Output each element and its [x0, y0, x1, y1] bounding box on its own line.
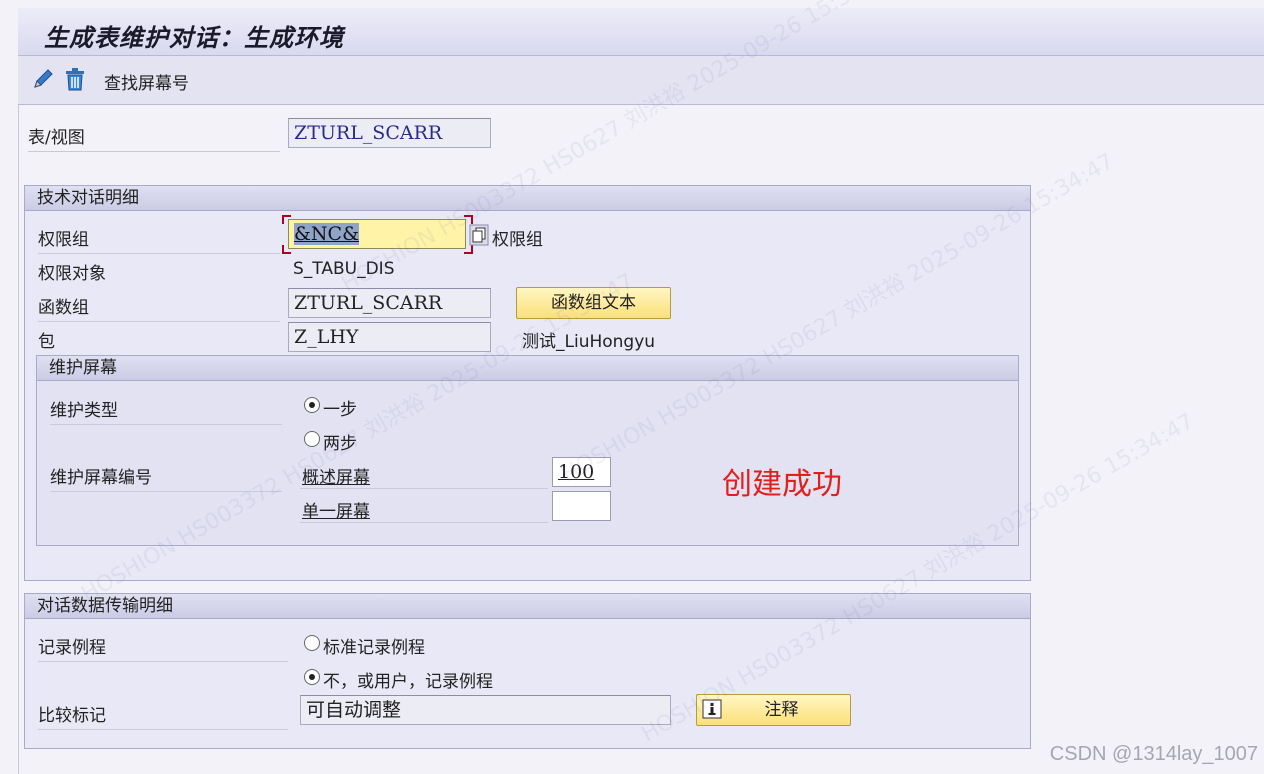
focus-corner [464, 245, 473, 254]
auth-object-value: S_TABU_DIS [293, 259, 395, 279]
pencil-icon[interactable] [30, 66, 56, 92]
application-toolbar: 查找屏幕号 [18, 56, 1264, 105]
maintenance-type-label: 维护类型 [50, 396, 282, 425]
focus-corner [464, 215, 473, 224]
table-view-label: 表/视图 [28, 123, 280, 152]
package-label: 包 [38, 327, 280, 356]
comment-button-label: 注释 [764, 700, 799, 720]
auth-group-label: 权限组 [38, 225, 280, 254]
overview-screen-value: 100 [558, 461, 595, 483]
maintenance-screen-header: 维护屏幕 [37, 356, 1018, 381]
compare-flag-label: 比较标记 [38, 701, 288, 730]
overview-screen-field[interactable]: 100 [552, 457, 611, 487]
title-bar: 生成表维护对话：生成环境 [18, 8, 1264, 56]
recording-routine-label: 记录例程 [38, 633, 288, 662]
auth-group-value: &NC& [294, 223, 359, 245]
function-group-label: 函数组 [38, 293, 280, 322]
standard-recording-label: 标准记录例程 [323, 638, 425, 658]
no-recording-label: 不，或用户，记录例程 [323, 672, 493, 692]
maintenance-screen-group: 维护屏幕 [36, 355, 1019, 546]
maintenance-screen-number-label: 维护屏幕编号 [50, 463, 282, 492]
info-icon [702, 699, 722, 719]
auth-object-label: 权限对象 [38, 264, 106, 284]
trash-icon[interactable] [62, 66, 88, 92]
value-help-icon[interactable] [469, 224, 489, 246]
single-screen-field[interactable] [552, 491, 611, 521]
window-title: 生成表维护对话：生成环境 [44, 23, 344, 52]
function-group-text-button[interactable]: 函数组文本 [516, 287, 671, 319]
table-view-field[interactable]: ZTURL_SCARR [288, 118, 491, 148]
radio-one-step[interactable] [304, 397, 320, 413]
find-screen-number-button[interactable]: 查找屏幕号 [104, 69, 189, 94]
data-transport-header: 对话数据传输明细 [25, 594, 1030, 619]
function-group-field[interactable]: ZTURL_SCARR [288, 288, 491, 318]
single-screen-link[interactable]: 单一屏幕 [302, 497, 370, 522]
divider [300, 522, 548, 523]
divider [300, 488, 548, 489]
overview-screen-link[interactable]: 概述屏幕 [302, 463, 370, 488]
radio-standard-recording[interactable] [304, 635, 320, 651]
auth-group-field[interactable]: &NC& [288, 219, 466, 249]
csdn-watermark: CSDN @1314lay_1007 [1049, 743, 1258, 765]
focus-corner [282, 215, 291, 224]
one-step-label: 一步 [323, 400, 357, 420]
radio-two-step[interactable] [304, 431, 320, 447]
two-step-label: 两步 [323, 434, 357, 454]
package-field[interactable]: Z_LHY [288, 322, 491, 352]
package-description: 测试_LiuHongyu [522, 332, 656, 352]
creation-success-message: 创建成功 [722, 467, 842, 502]
auth-group-help-text: 权限组 [492, 230, 543, 250]
focus-corner [282, 245, 291, 254]
tech-details-header: 技术对话明细 [25, 186, 1030, 211]
compare-flag-field[interactable]: 可自动调整 [300, 695, 671, 725]
radio-no-recording[interactable] [304, 669, 320, 685]
comment-button[interactable]: 注释 [696, 694, 851, 726]
